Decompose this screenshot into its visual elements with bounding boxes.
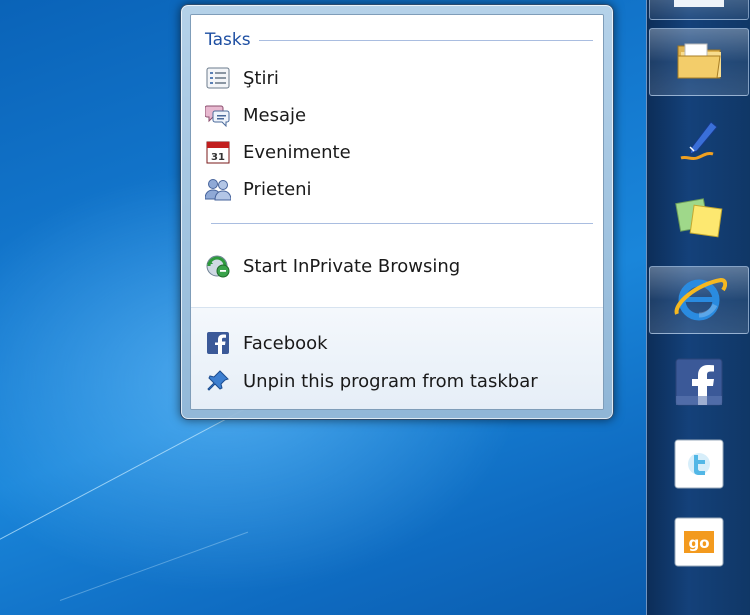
jump-list-body: Tasks Ştiri Mesaje 31 Evenimente Prieten…: [190, 14, 604, 410]
calendar-day: 31: [211, 152, 225, 163]
task-label: Prieteni: [243, 178, 312, 200]
pinned-label: Facebook: [243, 332, 328, 354]
task-evenimente[interactable]: 31 Evenimente: [205, 137, 593, 167]
taskbar-button-partial[interactable]: [649, 0, 749, 20]
pinned-section: Facebook Unpin this program from taskbar: [191, 307, 603, 409]
folder-icon: [675, 38, 723, 86]
task-prieteni[interactable]: Prieteni: [205, 174, 593, 204]
section-divider: [211, 223, 593, 224]
taskbar-button-twitter[interactable]: [649, 432, 749, 500]
sticky-notes-icon: [674, 195, 724, 245]
taskbar-button-facebook[interactable]: [649, 350, 749, 418]
tasks-title: Tasks: [205, 30, 251, 50]
task-label: Ştiri: [243, 67, 279, 89]
unpin-from-taskbar[interactable]: Unpin this program from taskbar: [205, 366, 593, 396]
friends-icon: [205, 177, 231, 201]
pen-icon: [675, 118, 723, 170]
messages-icon: [205, 103, 231, 127]
inprivate-icon: [205, 254, 231, 278]
facebook-icon: [205, 331, 231, 355]
task-inprivate[interactable]: Start InPrivate Browsing: [205, 251, 593, 281]
facebook-icon: [675, 358, 723, 410]
task-label: Mesaje: [243, 104, 307, 126]
document-icon: [674, 0, 724, 7]
ie-icon: [671, 270, 728, 330]
header-rule: [258, 39, 593, 41]
pinned-facebook[interactable]: Facebook: [205, 328, 593, 358]
task-mesaje[interactable]: Mesaje: [205, 100, 593, 130]
go-icon: go: [674, 517, 724, 571]
news-list-icon: [205, 66, 231, 90]
go-label: go: [688, 534, 709, 552]
unpin-icon: [205, 369, 231, 393]
taskbar-button-go[interactable]: go: [649, 510, 749, 578]
taskbar-button-internet-explorer[interactable]: [649, 266, 749, 334]
jump-list: Tasks Ştiri Mesaje 31 Evenimente Prieten…: [180, 4, 614, 420]
task-label: Start InPrivate Browsing: [243, 255, 461, 277]
tasks-header: Tasks: [205, 29, 593, 51]
taskbar: go: [646, 0, 750, 615]
task-label: Evenimente: [243, 141, 351, 163]
taskbar-button-explorer[interactable]: [649, 28, 749, 96]
tasks-section: Tasks Ştiri Mesaje 31 Evenimente Prieten…: [191, 15, 603, 307]
task-stiri[interactable]: Ştiri: [205, 63, 593, 93]
twitter-icon: [674, 439, 724, 493]
calendar-icon: 31: [205, 140, 231, 164]
taskbar-button-writer[interactable]: [649, 110, 749, 178]
wallpaper-streak: [59, 531, 249, 601]
taskbar-button-sticky-notes[interactable]: [649, 186, 749, 254]
pinned-label: Unpin this program from taskbar: [243, 370, 538, 392]
